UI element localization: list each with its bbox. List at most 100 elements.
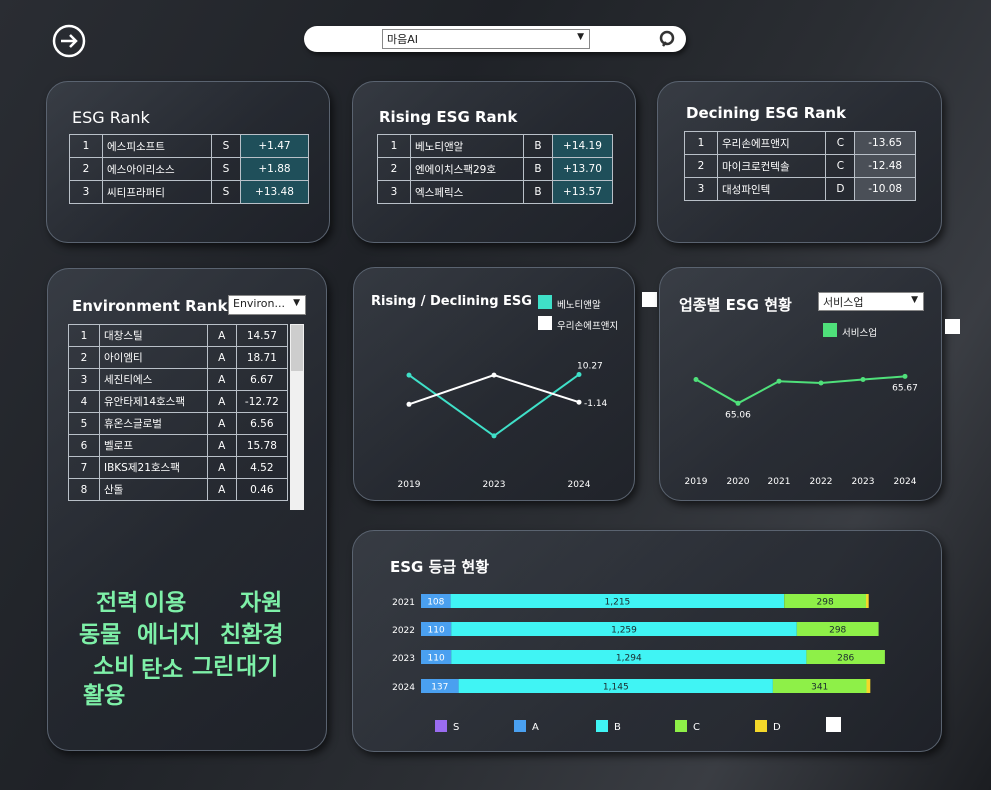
data-label: 10.27 [577, 361, 603, 371]
table-row[interactable]: 2 에스아이리소스 S +1.88 [69, 157, 310, 181]
cell-score: +13.48 [239, 180, 310, 204]
cell-rank: 1 [377, 134, 411, 158]
rising-declining-chart-card: Rising / Declining ESG 베노티앤알 우리손에프앤지 10.… [353, 267, 635, 501]
data-point[interactable] [776, 378, 782, 384]
cell-name: 대성파인텍 [716, 177, 827, 201]
bar-segment-D[interactable] [866, 679, 871, 693]
declining-rank-card: Decining ESG Rank 1 우리손에프앤지 C -13.65 2 마이크로컨텍… [657, 81, 942, 243]
cell-rank: 3 [69, 180, 103, 204]
data-point[interactable] [735, 400, 741, 406]
bar-data-label: 286 [837, 654, 854, 664]
white-square-marker[interactable] [945, 319, 960, 334]
data-point[interactable] [860, 377, 866, 382]
cell-grade: C [825, 131, 856, 155]
table-row[interactable]: 2 엔에이치스팩29호 B +13.70 [377, 157, 614, 181]
data-point[interactable] [818, 380, 824, 386]
table-row[interactable]: 1 우리손에프앤지 C -13.65 [684, 131, 916, 155]
word-cloud-term: 그린 [192, 654, 235, 680]
word-cloud-term: 대기 [236, 654, 279, 680]
data-point[interactable] [406, 372, 412, 378]
chevron-down-icon: ▼ [577, 32, 584, 42]
rising-rank-card: Rising ESG Rank 1 베노티앤알 B +14.19 2 엔에이치스팩29호 B… [352, 81, 636, 243]
cell-rank: 2 [684, 154, 718, 178]
rising-rank-title: Rising ESG Rank [379, 108, 518, 126]
series-line [695, 375, 906, 405]
series-line-2 [408, 374, 580, 406]
word-cloud-term: 에너지 [137, 622, 201, 648]
data-point[interactable] [491, 433, 497, 439]
company-select[interactable]: 마음AI ▼ [382, 29, 590, 49]
bar-data-label: 298 [817, 598, 834, 608]
table-row[interactable]: 3 엑스페릭스 B +13.57 [377, 180, 614, 204]
bar-data-label: 1,294 [616, 654, 642, 664]
esg-grade-chart-card: ESG 등급 현황 2021 108 1,215 298 2022 110 1,259 298… [352, 530, 942, 752]
cell-grade: B [522, 157, 553, 181]
x-tick-label: 2021 [768, 477, 791, 487]
word-cloud-term: 이용 [144, 590, 187, 616]
table-row[interactable]: 1 베노티앤알 B +14.19 [377, 134, 614, 158]
cell-grade: C [825, 154, 856, 178]
cell-name: 에스아이리소스 [102, 157, 212, 181]
legend-label-B: B [614, 722, 621, 733]
cell-score: +13.70 [551, 157, 614, 181]
table-row[interactable]: 3 씨티프라퍼티 S +13.48 [69, 180, 310, 204]
rising-declining-line-chart: 10.27 -1.14 2019 2023 2024 [398, 361, 608, 490]
legend-swatch-S [435, 720, 447, 732]
cell-name: 에스피소프트 [102, 134, 212, 158]
cell-rank: 1 [69, 134, 103, 158]
x-tick-label: 2020 [727, 477, 750, 487]
word-cloud: 전력 이용 자원 동물 에너지 친환경 소비 탄소 그린 대기 활용 [48, 269, 328, 752]
white-square-marker[interactable] [642, 292, 657, 307]
cell-rank: 2 [377, 157, 411, 181]
x-tick-label: 2019 [398, 480, 421, 490]
legend-label-D: D [773, 722, 781, 733]
cell-grade: B [522, 134, 553, 158]
bar-data-label: 1,215 [605, 598, 631, 608]
legend-swatch-C [675, 720, 687, 732]
navigate-arrow-icon[interactable] [52, 24, 86, 58]
table-row[interactable]: 1 에스피소프트 S +1.47 [69, 134, 310, 158]
x-tick-label: 2023 [852, 477, 875, 487]
cell-score: -13.65 [854, 131, 916, 155]
data-point[interactable] [406, 401, 412, 407]
word-cloud-term: 자원 [240, 590, 283, 616]
bar-data-label: 110 [428, 654, 445, 664]
white-square-marker[interactable] [826, 717, 841, 732]
table-row[interactable]: 3 대성파인텍 D -10.08 [684, 177, 916, 201]
word-cloud-term: 친환경 [220, 622, 284, 648]
bar-data-label: 1,259 [611, 626, 637, 636]
environment-rank-card: Environment Rank Environ... ▼ 1 대창스틸 A 14.5… [47, 268, 327, 751]
legend-swatch-B [596, 720, 608, 732]
data-point[interactable] [491, 372, 497, 378]
cell-name: 엔에이치스팩29호 [410, 157, 524, 181]
data-point[interactable] [576, 372, 582, 377]
bar-segment-D[interactable] [866, 594, 869, 608]
x-tick-label: 2024 [568, 480, 591, 490]
cell-name: 엑스페릭스 [410, 180, 524, 204]
cell-name: 씨티프라퍼티 [102, 180, 212, 204]
legend-label-A: A [532, 722, 539, 733]
data-point[interactable] [693, 377, 699, 382]
y-tick-label: 2021 [392, 598, 415, 608]
cell-rank: 3 [377, 180, 411, 204]
cell-name: 베노티앤알 [410, 134, 524, 158]
bar-data-label: 1,145 [603, 683, 629, 693]
bar-data-label: 110 [428, 626, 445, 636]
industry-esg-chart-card: 업종별 ESG 현황 서비스업 ▼ 서비스업 65.06 65.67 2019 202… [659, 267, 942, 501]
data-point[interactable] [576, 399, 582, 405]
x-tick-label: 2022 [810, 477, 833, 487]
esg-rank-title: ESG Rank [72, 108, 150, 127]
bar-data-label: 298 [829, 626, 846, 636]
word-cloud-term: 탄소 [141, 657, 184, 683]
word-cloud-term: 전력 [96, 590, 139, 616]
legend-swatch-A [514, 720, 526, 732]
legend-label-S: S [453, 722, 459, 733]
data-point[interactable] [902, 373, 908, 379]
x-tick-label: 2023 [483, 480, 506, 490]
search-icon[interactable] [658, 30, 678, 50]
cell-grade: S [210, 180, 241, 204]
word-cloud-term: 활용 [83, 683, 126, 709]
esg-rank-card: ESG Rank 1 에스피소프트 S +1.47 2 에스아이리소스 S +1.88 3 씨티프… [46, 81, 330, 243]
industry-esg-line-chart: 65.06 65.67 2019 2020 2021 2022 2023 2024 [685, 373, 918, 487]
table-row[interactable]: 2 마이크로컨텍솔 C -12.48 [684, 154, 916, 178]
